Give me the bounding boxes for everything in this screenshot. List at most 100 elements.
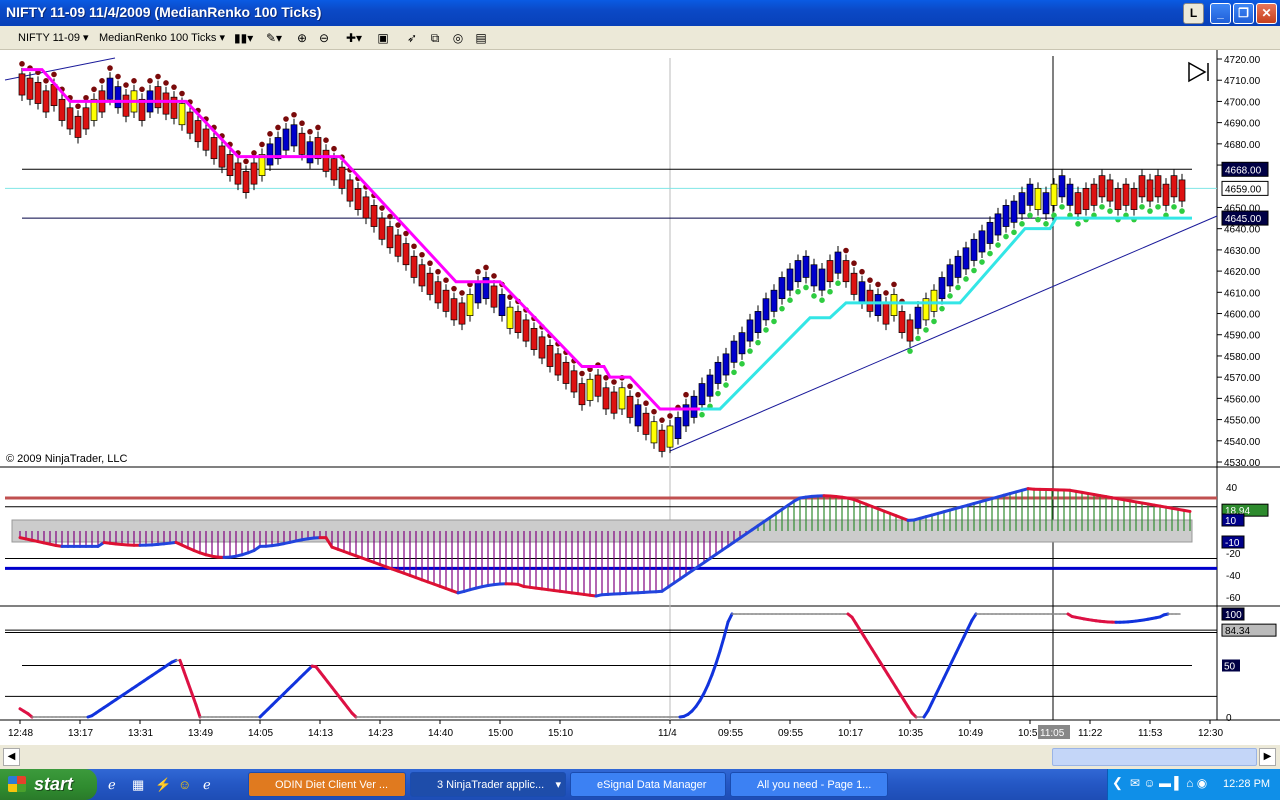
renko-bar bbox=[1058, 175, 1066, 198]
renko-bar bbox=[626, 395, 634, 418]
renko-bar bbox=[986, 221, 994, 244]
renko-bar bbox=[1010, 200, 1018, 223]
renko-bar bbox=[106, 77, 114, 100]
renko-bar bbox=[474, 281, 482, 304]
signal-dot bbox=[283, 116, 289, 122]
renko-bar bbox=[554, 353, 562, 376]
close-button[interactable]: ✕ bbox=[1256, 3, 1277, 24]
renko-bar bbox=[850, 272, 858, 295]
renko-bar bbox=[842, 260, 850, 283]
signal-dot bbox=[627, 383, 633, 390]
signal-dot bbox=[75, 103, 81, 110]
signal-dot bbox=[979, 259, 985, 265]
renko-bar bbox=[1106, 179, 1114, 202]
start-button[interactable]: start bbox=[0, 769, 97, 800]
instrument-selector[interactable]: NIFTY 11-09 ▾ bbox=[18, 31, 89, 44]
renko-bar bbox=[506, 306, 514, 329]
renko-bar bbox=[26, 77, 34, 100]
tray-expand-icon[interactable]: ❮ bbox=[1112, 775, 1123, 791]
renko-bar bbox=[714, 361, 722, 384]
zoom-in-icon[interactable]: ⊕ bbox=[294, 30, 310, 46]
taskbar-item-browser[interactable]: All you need - Page 1... bbox=[730, 772, 888, 797]
signal-dot bbox=[715, 390, 721, 397]
quicklaunch-messenger-icon[interactable]: ☺ bbox=[178, 777, 191, 792]
taskbar: start ℯ ▦ ⚡ ☺ ℯ ODIN Diet Client Ver ...… bbox=[0, 769, 1280, 800]
crosshair-icon[interactable]: ✚▾ bbox=[346, 30, 362, 46]
renko-bar bbox=[162, 92, 170, 115]
signal-dot bbox=[299, 120, 305, 127]
signal-dot bbox=[1011, 229, 1017, 236]
renko-bar bbox=[202, 128, 210, 151]
renko-bar bbox=[1114, 188, 1122, 210]
signal-dot bbox=[123, 82, 129, 88]
renko-bar bbox=[578, 383, 586, 406]
time-axis-label: 12:30 bbox=[1198, 728, 1223, 739]
renko-bar bbox=[186, 111, 194, 134]
strategies-icon[interactable]: ➶ bbox=[404, 30, 420, 46]
renko-bar bbox=[250, 162, 258, 185]
renko-bar bbox=[418, 264, 426, 287]
signal-dot bbox=[987, 250, 993, 257]
renko-bar bbox=[1162, 183, 1170, 206]
time-axis-label: 13:31 bbox=[128, 728, 153, 739]
renko-bar bbox=[178, 103, 186, 126]
signal-dot bbox=[243, 158, 249, 165]
renko-bar bbox=[666, 425, 674, 448]
renko-bar bbox=[234, 162, 242, 185]
scroll-right-button[interactable]: ▶ bbox=[1259, 748, 1276, 766]
signal-dot bbox=[1019, 221, 1025, 227]
maximize-button[interactable]: ❐ bbox=[1233, 3, 1254, 24]
taskbar-item-ninjatrader[interactable]: 3 NinjaTrader applic... ▾ bbox=[410, 772, 566, 797]
renko-bar bbox=[1074, 192, 1082, 215]
scroll-left-button[interactable]: ◀ bbox=[3, 748, 20, 766]
quicklaunch-browser-icon[interactable]: ℯ bbox=[203, 777, 211, 793]
osc-axis-label: 40 bbox=[1226, 483, 1238, 494]
taskbar-item-esignal[interactable]: eSignal Data Manager bbox=[570, 772, 726, 797]
renko-bar bbox=[194, 120, 202, 143]
price-badge-label: 4668.00 bbox=[1225, 165, 1262, 176]
quicklaunch-ie-icon[interactable]: ℯ bbox=[108, 777, 116, 793]
renko-bar bbox=[1138, 175, 1146, 198]
scroll-thumb[interactable] bbox=[1052, 748, 1257, 766]
signal-dot bbox=[811, 293, 817, 299]
indicators-icon[interactable]: ⧉ bbox=[427, 30, 443, 46]
renko-bar bbox=[298, 132, 306, 155]
zoom-out-icon[interactable]: ⊖ bbox=[316, 30, 332, 46]
signal-dot bbox=[635, 391, 641, 398]
signal-dot bbox=[179, 90, 185, 97]
drawing-tools-icon[interactable]: ✎▾ bbox=[266, 30, 282, 46]
renko-bar bbox=[826, 260, 834, 283]
market-analyzer-icon[interactable]: ◎ bbox=[450, 30, 466, 46]
link-button[interactable]: L bbox=[1183, 3, 1204, 24]
properties-icon[interactable]: ▣ bbox=[375, 30, 391, 46]
tray-app-icons[interactable]: ✉ ☺ ▬ ▌ ⌂ ◉ bbox=[1130, 776, 1207, 790]
chart-style-icon[interactable]: ▮▮▾ bbox=[234, 30, 253, 46]
signal-dot bbox=[931, 318, 937, 325]
renko-bar bbox=[426, 272, 434, 295]
signal-dot bbox=[315, 124, 321, 131]
time-axis-label: 14:23 bbox=[368, 728, 393, 739]
renko-bar bbox=[154, 86, 162, 109]
stoch-badge-label: 84.34 bbox=[1225, 626, 1250, 637]
horizontal-scrollbar[interactable]: ◀ ▶ bbox=[0, 745, 1280, 769]
data-box-icon[interactable]: ▤ bbox=[473, 30, 489, 46]
stoch-axis-label: 50 bbox=[1224, 662, 1236, 673]
quicklaunch-app-icon[interactable]: ⚡ bbox=[155, 777, 171, 793]
renko-bar bbox=[962, 247, 970, 270]
renko-bar bbox=[994, 213, 1002, 236]
time-axis-label: 10:49 bbox=[958, 728, 983, 739]
signal-dot bbox=[1035, 216, 1041, 223]
quicklaunch-desktop-icon[interactable]: ▦ bbox=[132, 777, 144, 793]
renko-bar bbox=[114, 86, 122, 109]
signal-dot bbox=[1107, 208, 1113, 214]
price-badge-label: 4645.00 bbox=[1225, 214, 1262, 225]
bar-type-selector[interactable]: MedianRenko 100 Ticks ▾ bbox=[99, 31, 225, 44]
renko-bar bbox=[354, 188, 362, 210]
chart-area[interactable]: 4720.004710.004700.004690.004680.004670.… bbox=[0, 50, 1280, 745]
renko-bar bbox=[538, 336, 546, 359]
price-axis-label: 4580.00 bbox=[1224, 352, 1261, 363]
renko-bar bbox=[602, 387, 610, 410]
renko-bar bbox=[122, 94, 130, 117]
minimize-button[interactable]: _ bbox=[1210, 3, 1231, 24]
taskbar-item-odin[interactable]: ODIN Diet Client Ver ... bbox=[248, 772, 406, 797]
